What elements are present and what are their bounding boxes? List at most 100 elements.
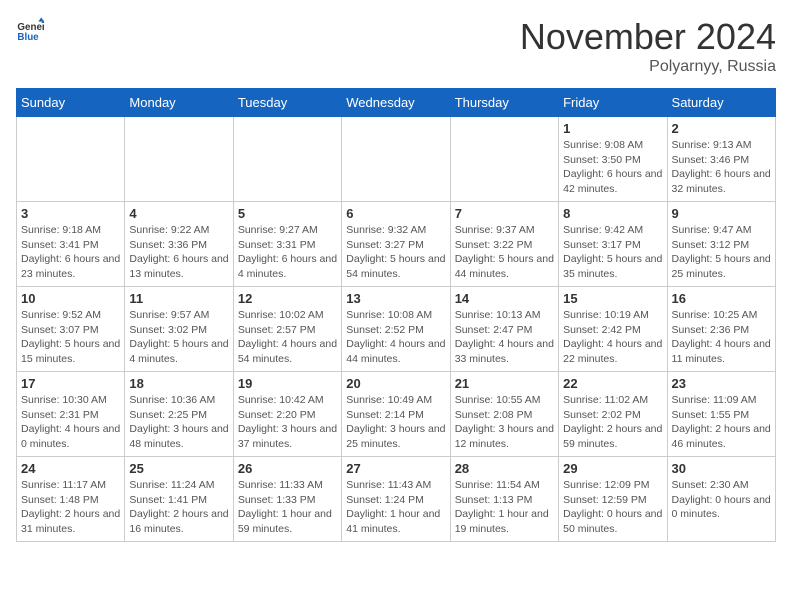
calendar-cell: 5 Sunrise: 9:27 AMSunset: 3:31 PMDaylight… <box>233 202 341 287</box>
calendar-week-3: 10Sunrise: 9:52 AMSunset: 3:07 PMDayligh… <box>17 287 776 372</box>
day-info: Sunrise: 11:33 AMSunset: 1:33 PMDaylight… <box>238 478 337 537</box>
day-number: 17 <box>21 376 120 391</box>
day-info: Sunrise: 10:02 AMSunset: 2:57 PMDaylight… <box>238 308 337 367</box>
calendar-cell: 28 Sunrise: 11:54 AMSunset: 1:13 PMDaylig… <box>450 457 558 542</box>
day-info: Sunrise: 9:32 AMSunset: 3:27 PMDaylight:… <box>346 223 445 282</box>
day-info: Sunrise: 10:36 AMSunset: 2:25 PMDaylight… <box>129 393 228 452</box>
calendar-cell: 19 Sunrise: 10:42 AMSunset: 2:20 PMDaylig… <box>233 372 341 457</box>
day-info: Sunrise: 11:02 AMSunset: 2:02 PMDaylight… <box>563 393 662 452</box>
calendar-cell: 30 Sunset: 2:30 AMDaylight: 0 hours and 0… <box>667 457 775 542</box>
day-number: 13 <box>346 291 445 306</box>
calendar-cell <box>342 117 450 202</box>
day-info: Sunrise: 9:37 AMSunset: 3:22 PMDaylight:… <box>455 223 554 282</box>
day-info: Sunrise: 9:18 AMSunset: 3:41 PMDaylight:… <box>21 223 120 282</box>
day-info: Sunrise: 9:27 AMSunset: 3:31 PMDaylight:… <box>238 223 337 282</box>
day-number: 22 <box>563 376 662 391</box>
calendar-body: 1 Sunrise: 9:08 AMSunset: 3:50 PMDaylight… <box>17 117 776 542</box>
day-number: 4 <box>129 206 228 221</box>
calendar-week-2: 3Sunrise: 9:18 AMSunset: 3:41 PMDaylight… <box>17 202 776 287</box>
day-number: 7 <box>455 206 554 221</box>
day-info: Sunrise: 11:09 AMSunset: 1:55 PMDaylight… <box>672 393 771 452</box>
day-number: 8 <box>563 206 662 221</box>
day-number: 5 <box>238 206 337 221</box>
calendar-cell: 29Sunrise: 12:09 PMSunset: 12:59 PMDayli… <box>559 457 667 542</box>
day-info: Sunrise: 9:57 AMSunset: 3:02 PMDaylight:… <box>129 308 228 367</box>
day-info: Sunrise: 11:54 AMSunset: 1:13 PMDaylight… <box>455 478 554 537</box>
day-number: 19 <box>238 376 337 391</box>
weekday-header-friday: Friday <box>559 89 667 117</box>
calendar-cell: 17 Sunrise: 10:30 AMSunset: 2:31 PMDaylig… <box>17 372 125 457</box>
weekday-header-wednesday: Wednesday <box>342 89 450 117</box>
day-info: Sunrise: 9:42 AMSunset: 3:17 PMDaylight:… <box>563 223 662 282</box>
calendar-cell: 4Sunrise: 9:22 AMSunset: 3:36 PMDaylight… <box>125 202 233 287</box>
calendar-week-1: 1 Sunrise: 9:08 AMSunset: 3:50 PMDaylight… <box>17 117 776 202</box>
day-info: Sunrise: 10:42 AMSunset: 2:20 PMDaylight… <box>238 393 337 452</box>
day-number: 18 <box>129 376 228 391</box>
weekday-header-sunday: Sunday <box>17 89 125 117</box>
calendar-cell: 12 Sunrise: 10:02 AMSunset: 2:57 PMDaylig… <box>233 287 341 372</box>
day-number: 15 <box>563 291 662 306</box>
title-area: November 2024 Polyarnyy, Russia <box>520 16 776 76</box>
day-number: 12 <box>238 291 337 306</box>
day-number: 6 <box>346 206 445 221</box>
location-title: Polyarnyy, Russia <box>520 58 776 76</box>
calendar-cell: 6 Sunrise: 9:32 AMSunset: 3:27 PMDaylight… <box>342 202 450 287</box>
day-number: 2 <box>672 121 771 136</box>
day-number: 11 <box>129 291 228 306</box>
day-info: Sunrise: 10:55 AMSunset: 2:08 PMDaylight… <box>455 393 554 452</box>
day-number: 26 <box>238 461 337 476</box>
day-info: Sunrise: 11:17 AMSunset: 1:48 PMDaylight… <box>21 478 120 537</box>
day-info: Sunrise: 9:13 AMSunset: 3:46 PMDaylight:… <box>672 138 771 197</box>
day-info: Sunrise: 10:25 AMSunset: 2:36 PMDaylight… <box>672 308 771 367</box>
day-number: 14 <box>455 291 554 306</box>
day-number: 24 <box>21 461 120 476</box>
weekday-header-thursday: Thursday <box>450 89 558 117</box>
calendar-cell: 26 Sunrise: 11:33 AMSunset: 1:33 PMDaylig… <box>233 457 341 542</box>
calendar-cell: 8 Sunrise: 9:42 AMSunset: 3:17 PMDaylight… <box>559 202 667 287</box>
calendar-cell: 27Sunrise: 11:43 AMSunset: 1:24 PMDaylig… <box>342 457 450 542</box>
weekday-header-saturday: Saturday <box>667 89 775 117</box>
weekday-header-monday: Monday <box>125 89 233 117</box>
day-number: 9 <box>672 206 771 221</box>
calendar-cell: 23 Sunrise: 11:09 AMSunset: 1:55 PMDaylig… <box>667 372 775 457</box>
calendar-cell: 15Sunrise: 10:19 AMSunset: 2:42 PMDaylig… <box>559 287 667 372</box>
day-number: 21 <box>455 376 554 391</box>
logo-icon: General Blue <box>16 16 44 44</box>
calendar-cell: 2 Sunrise: 9:13 AMSunset: 3:46 PMDaylight… <box>667 117 775 202</box>
calendar-cell: 21 Sunrise: 10:55 AMSunset: 2:08 PMDaylig… <box>450 372 558 457</box>
calendar-cell: 11 Sunrise: 9:57 AMSunset: 3:02 PMDayligh… <box>125 287 233 372</box>
day-info: Sunrise: 9:47 AMSunset: 3:12 PMDaylight:… <box>672 223 771 282</box>
day-info: Sunrise: 10:30 AMSunset: 2:31 PMDaylight… <box>21 393 120 452</box>
day-number: 29 <box>563 461 662 476</box>
month-title: November 2024 <box>520 16 776 58</box>
day-number: 25 <box>129 461 228 476</box>
calendar-cell: 24 Sunrise: 11:17 AMSunset: 1:48 PMDaylig… <box>17 457 125 542</box>
calendar-cell: 25 Sunrise: 11:24 AMSunset: 1:41 PMDaylig… <box>125 457 233 542</box>
day-number: 23 <box>672 376 771 391</box>
calendar-cell: 3Sunrise: 9:18 AMSunset: 3:41 PMDaylight… <box>17 202 125 287</box>
calendar-cell: 1 Sunrise: 9:08 AMSunset: 3:50 PMDaylight… <box>559 117 667 202</box>
calendar-cell: 20Sunrise: 10:49 AMSunset: 2:14 PMDaylig… <box>342 372 450 457</box>
day-info: Sunrise: 10:08 AMSunset: 2:52 PMDaylight… <box>346 308 445 367</box>
day-number: 16 <box>672 291 771 306</box>
calendar-cell <box>17 117 125 202</box>
day-info: Sunrise: 9:08 AMSunset: 3:50 PMDaylight:… <box>563 138 662 197</box>
page-header: General Blue November 2024 Polyarnyy, Ru… <box>16 16 776 76</box>
logo: General Blue <box>16 16 44 44</box>
calendar-cell: 16 Sunrise: 10:25 AMSunset: 2:36 PMDaylig… <box>667 287 775 372</box>
day-number: 10 <box>21 291 120 306</box>
day-number: 27 <box>346 461 445 476</box>
calendar-cell <box>450 117 558 202</box>
calendar-cell: 18 Sunrise: 10:36 AMSunset: 2:25 PMDaylig… <box>125 372 233 457</box>
day-number: 30 <box>672 461 771 476</box>
day-info: Sunrise: 10:13 AMSunset: 2:47 PMDaylight… <box>455 308 554 367</box>
day-info: Sunrise: 11:24 AMSunset: 1:41 PMDaylight… <box>129 478 228 537</box>
day-info: Sunset: 2:30 AMDaylight: 0 hours and 0 m… <box>672 478 771 522</box>
day-number: 1 <box>563 121 662 136</box>
calendar-table: SundayMondayTuesdayWednesdayThursdayFrid… <box>16 88 776 542</box>
day-number: 28 <box>455 461 554 476</box>
day-number: 20 <box>346 376 445 391</box>
calendar-cell: 22 Sunrise: 11:02 AMSunset: 2:02 PMDaylig… <box>559 372 667 457</box>
calendar-cell: 10Sunrise: 9:52 AMSunset: 3:07 PMDayligh… <box>17 287 125 372</box>
calendar-header-row: SundayMondayTuesdayWednesdayThursdayFrid… <box>17 89 776 117</box>
